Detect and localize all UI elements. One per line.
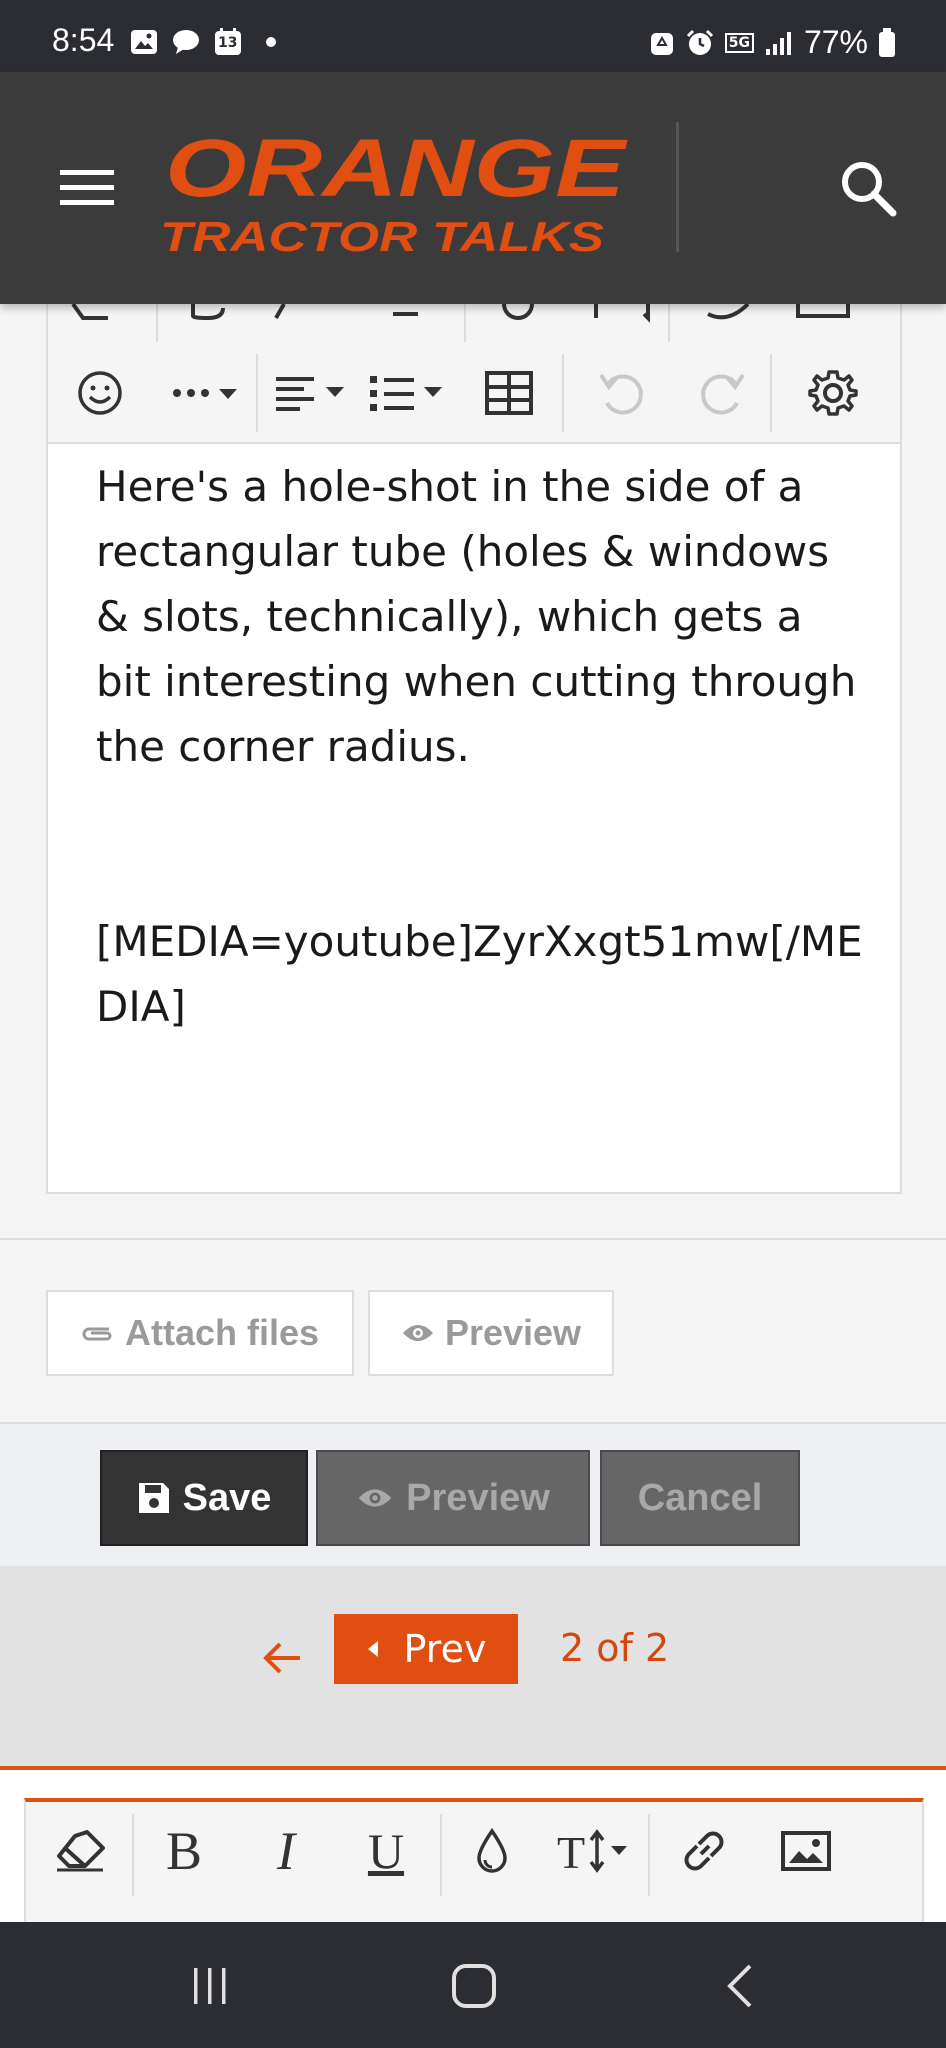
editor-paragraph: Here's a hole-shot in the side of a rect…: [96, 462, 857, 771]
battery-percent: 77%: [803, 24, 868, 60]
smile-icon[interactable]: [68, 344, 132, 442]
gear-icon[interactable]: [788, 344, 878, 442]
back-arrow-icon[interactable]: [262, 1640, 302, 1676]
attach-preview-button[interactable]: Preview: [368, 1290, 614, 1376]
status-bar: 8:54 13 5G 77%: [0, 0, 946, 72]
toolbar-separator: [132, 1814, 134, 1896]
notification-icons: 13: [130, 28, 276, 56]
calendar-day: 13: [218, 35, 238, 51]
link-icon[interactable]: [668, 1802, 740, 1900]
more-notifications-dot: [266, 37, 276, 47]
header-divider: [676, 122, 679, 252]
system-nav-bar: [0, 1922, 946, 2048]
svg-text:T: T: [557, 1828, 585, 1874]
pagination: Prev 2 of 2: [0, 1566, 946, 1766]
toolbar-separator: [256, 354, 258, 432]
toolbar-row-partial: [48, 304, 900, 345]
list-icon[interactable]: [368, 344, 452, 442]
menu-icon[interactable]: [60, 168, 114, 208]
prev-page-button[interactable]: Prev: [334, 1614, 518, 1684]
caret-left-icon: [367, 1641, 378, 1657]
calendar-icon: 13: [214, 28, 242, 56]
alarm-icon: [686, 29, 713, 55]
gallery-icon: [131, 30, 157, 54]
save-button[interactable]: Save: [100, 1450, 308, 1546]
signal-icon: [765, 31, 791, 55]
battery-icon: [879, 27, 895, 57]
save-label: Save: [182, 1476, 272, 1519]
image-icon[interactable]: [770, 1802, 842, 1900]
underline-icon[interactable]: U: [354, 1802, 418, 1900]
prev-label: Prev: [403, 1627, 487, 1671]
paperclip-icon: [82, 1327, 112, 1341]
text-size-icon[interactable]: T: [552, 1802, 642, 1900]
form-actions: Save Preview Cancel: [0, 1422, 946, 1568]
chat-icon: [173, 30, 199, 54]
logo-line2: TRACTOR TALKS: [160, 213, 604, 258]
recycle-icon: [650, 32, 673, 55]
preview-label: Preview: [406, 1476, 550, 1519]
recents-button[interactable]: [180, 1958, 240, 2014]
back-icon: [727, 1964, 752, 2008]
toolbar-partial-icons: [71, 304, 850, 342]
back-button[interactable]: [710, 1958, 770, 2014]
redo-icon[interactable]: [682, 344, 762, 442]
media-embed-tag: [MEDIA=youtube]ZyrXxgt51mw[/MEDIA]: [96, 917, 863, 1031]
align-icon[interactable]: [274, 344, 354, 442]
logo-line1: ORANGE: [165, 123, 628, 214]
status-time: 8:54: [52, 22, 115, 58]
undo-icon[interactable]: [582, 344, 662, 442]
editor-content[interactable]: Here's a hole-shot in the side of a rect…: [96, 454, 866, 1039]
cancel-button[interactable]: Cancel: [600, 1450, 800, 1546]
table-icon[interactable]: [474, 344, 544, 442]
bold-icon[interactable]: B: [152, 1802, 216, 1900]
bottom-editor-toolbar: B I U T: [24, 1798, 924, 1932]
toolbar-separator: [440, 1814, 442, 1896]
site-logo[interactable]: ORANGE TRACTOR TALKS: [160, 118, 630, 260]
toolbar-separator: [562, 354, 564, 432]
eraser-icon[interactable]: [48, 1802, 112, 1900]
eye-icon: [358, 1489, 392, 1507]
more-icon[interactable]: [164, 344, 254, 442]
italic-icon[interactable]: I: [254, 1802, 318, 1900]
page-indicator[interactable]: 2 of 2: [560, 1626, 669, 1670]
color-icon[interactable]: [460, 1802, 524, 1900]
attach-files-label: Attach files: [124, 1312, 320, 1353]
cancel-label: Cancel: [637, 1476, 763, 1519]
toolbar-separator: [648, 1814, 650, 1896]
home-button[interactable]: [444, 1958, 504, 2014]
toolbar-separator: [770, 354, 772, 432]
recents-icon: [194, 1968, 226, 2004]
app-header: ORANGE TRACTOR TALKS: [0, 72, 946, 304]
eye-icon: [402, 1325, 433, 1341]
system-icons: 5G 77%: [649, 24, 896, 61]
home-icon: [452, 1964, 496, 2008]
preview-button[interactable]: Preview: [316, 1450, 590, 1546]
network-type: 5G: [724, 32, 754, 53]
floppy-disk-icon: [138, 1483, 169, 1513]
attach-preview-label: Preview: [444, 1312, 582, 1353]
editor-toolbar: [48, 344, 900, 444]
search-icon[interactable]: [838, 158, 898, 218]
editor-box: Here's a hole-shot in the side of a rect…: [46, 304, 902, 1194]
bottom-editor-area: B I U T: [0, 1770, 946, 1932]
attach-files-button[interactable]: Attach files: [46, 1290, 354, 1376]
attachment-bar: Attach files Preview: [0, 1238, 946, 1422]
